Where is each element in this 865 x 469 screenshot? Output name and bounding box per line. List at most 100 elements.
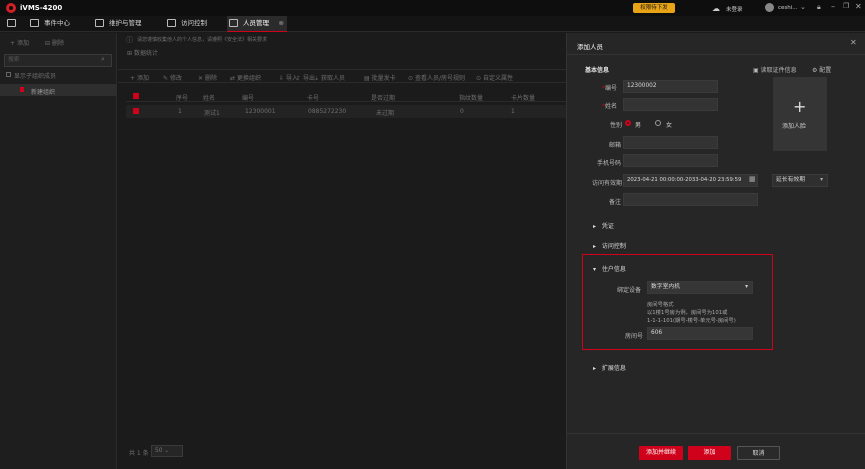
page-size-select[interactable]: 50 ⌄ — [151, 445, 183, 457]
toolbar-export-button[interactable]: ⇧ 导出 — [296, 73, 315, 82]
email-label: 邮箱 — [609, 142, 622, 149]
promo-button[interactable]: 权限待下发 — [633, 3, 675, 13]
section-extended-info[interactable]: ▸ 扩展信息 — [593, 363, 626, 372]
login-status[interactable]: 未登录 — [726, 5, 743, 13]
info-icon: ⓘ — [126, 36, 133, 44]
divider — [567, 54, 865, 55]
read-id-button[interactable]: ▣ 读取证件信息 — [753, 65, 797, 74]
col-card[interactable]: 卡号 — [307, 93, 319, 102]
valid-period-label: 访问有效期 — [592, 180, 623, 187]
cancel-button[interactable]: 取消 — [737, 446, 780, 460]
remark-input[interactable] — [623, 193, 758, 206]
cell-expired: 未过期 — [376, 110, 395, 117]
org-icon — [20, 87, 24, 92]
extend-period-select[interactable]: 延长有效期 ▾ — [772, 174, 828, 187]
delete-org-button[interactable]: ⊟ 删除 — [45, 38, 64, 47]
privacy-notice: 请您谨慎收集他人的个人信息，请遵照《安全法》相关要求 — [137, 37, 268, 43]
gender-female-radio[interactable] — [655, 120, 661, 126]
select-all-checkbox[interactable] — [133, 93, 139, 99]
footer-divider — [567, 433, 865, 434]
phone-label: 手机号码 — [597, 160, 622, 167]
close-icon[interactable]: ✕ — [855, 2, 862, 11]
table-header: 序号 姓名 编号 卡号 是否过期 指纹数量 卡片数量 — [126, 90, 566, 102]
bind-device-select[interactable]: 数字室内机 ▾ — [647, 281, 753, 294]
room-format-hint-1: 以1楼1号房为例，房间号为101或 — [647, 310, 728, 316]
cell-cards: 1 — [511, 108, 515, 115]
config-button[interactable]: ⚙ 配置 — [812, 65, 831, 74]
org-item-label: 新建组织 — [31, 89, 56, 96]
org-panel: + 添加 ⊟ 删除 搜索 ⌕ 显示子组织成员 新建组织 — [0, 33, 117, 469]
calendar-icon[interactable]: ▦ — [749, 175, 756, 183]
add-face-area[interactable]: + 添加人脸 — [773, 77, 827, 151]
add-button[interactable]: 添加 — [688, 446, 731, 460]
cell-card: 0885272230 — [308, 108, 347, 115]
table-row[interactable]: 1 测试1 12300001 0885272230 未过期 0 1 — [126, 105, 566, 118]
drawer-close-icon[interactable]: ✕ — [850, 38, 857, 47]
gender-female-label: 女 — [666, 122, 673, 129]
minimize-icon[interactable]: – — [831, 2, 835, 11]
tab-maintenance[interactable]: 维护与管理 — [93, 16, 151, 32]
toolbar-rule-button[interactable]: ⊙ 查看人员/房号规则 — [408, 73, 465, 82]
col-expired[interactable]: 是否过期 — [371, 93, 395, 102]
toolbar: + 添加 ✎ 修改 ✕ 删除 ⇄ 更换组织 ⇩ 导入 ⇧ 导出 ⇣ 获取人员 ▤… — [118, 69, 566, 83]
name-input[interactable] — [623, 98, 718, 111]
toolbar-batch-card-button[interactable]: ▤ 批量发卡 — [364, 73, 396, 82]
lock-icon[interactable]: 🔒︎ — [817, 3, 821, 12]
col-fingerprint[interactable]: 指纹数量 — [459, 93, 483, 102]
search-icon[interactable]: ⌕ — [101, 55, 105, 64]
tab-access-control[interactable]: 访问控制 — [165, 16, 215, 32]
room-format-title: 房间号格式 — [647, 302, 674, 308]
avatar[interactable] — [765, 3, 774, 12]
cell-id: 12300001 — [245, 108, 276, 115]
app-logo-icon — [6, 3, 16, 13]
bind-device-label: 绑定设备 — [617, 287, 642, 294]
cell-name: 测试1 — [204, 110, 220, 117]
add-and-continue-button[interactable]: 添加并继续 — [639, 446, 683, 460]
id-input[interactable]: 12300002 — [623, 80, 718, 93]
toolbar-delete-button[interactable]: ✕ 删除 — [198, 73, 217, 82]
door-icon — [167, 19, 176, 27]
valid-period-input[interactable]: 2023-04-21 00:00:00-2033-04-20 23:59:59 — [623, 174, 758, 187]
add-org-button[interactable]: + 添加 — [10, 38, 29, 47]
drawer-title: 添加人员 — [577, 43, 603, 51]
chevron-down-icon[interactable]: ⌄ — [800, 3, 806, 11]
col-cards[interactable]: 卡片数量 — [511, 93, 535, 102]
section-access-control[interactable]: ▸ 访问控制 — [593, 241, 626, 250]
tab-person-management[interactable]: 人员管理 ⊗ — [227, 16, 287, 32]
tab-close-icon[interactable]: ⊗ — [279, 16, 284, 30]
toolbar-edit-button[interactable]: ✎ 修改 — [163, 73, 182, 82]
gender-male-radio[interactable] — [625, 120, 631, 126]
id-label: *编号 — [602, 85, 618, 92]
col-id[interactable]: 编号 — [242, 93, 254, 102]
toolbar-custom-attr-button[interactable]: ⊙ 自定义属性 — [476, 73, 513, 82]
room-label: 房间号 — [625, 333, 644, 340]
cloud-icon[interactable]: ☁ — [712, 4, 720, 13]
show-sub-checkbox[interactable] — [6, 72, 11, 77]
tab-event-center[interactable]: 事件中心 — [28, 16, 78, 32]
title-bar: iVMS-4200 权限待下发 ☁ 未登录 ceshi... ⌄ 🔒︎ – ❐ … — [0, 0, 865, 16]
stats-link[interactable]: ⊞ 数据统计 — [127, 48, 158, 57]
name-label: *姓名 — [602, 103, 618, 110]
toolbar-add-button[interactable]: + 添加 — [130, 73, 149, 82]
person-list-area: ⓘ 请您谨慎收集他人的个人信息，请遵照《安全法》相关要求 ⊞ 数据统计 + 添加… — [118, 33, 566, 469]
toolbar-change-org-button[interactable]: ⇄ 更换组织 — [230, 73, 261, 82]
room-format-hint-2: 1-1-1-101(期号-楼号-单元号-房间号) — [647, 318, 736, 324]
remark-label: 备注 — [609, 199, 622, 206]
org-search-input[interactable]: 搜索 — [4, 54, 112, 67]
org-item-selected[interactable] — [0, 84, 117, 96]
phone-input[interactable] — [623, 154, 718, 167]
col-name[interactable]: 姓名 — [203, 93, 215, 102]
col-index[interactable]: 序号 — [176, 93, 188, 102]
toolbar-get-person-button[interactable]: ⇣ 获取人员 — [314, 73, 345, 82]
section-resident-info[interactable]: ▾ 住户信息 — [593, 264, 626, 273]
username[interactable]: ceshi... — [778, 5, 798, 11]
bell-icon — [30, 19, 39, 27]
row-checkbox[interactable] — [133, 108, 139, 114]
restore-icon[interactable]: ❐ — [843, 2, 849, 10]
gender-label: 性别 — [610, 122, 623, 129]
home-icon[interactable] — [6, 16, 22, 32]
room-input[interactable]: 606 — [647, 327, 753, 340]
section-credential[interactable]: ▸ 凭证 — [593, 221, 614, 230]
app-title: iVMS-4200 — [20, 4, 63, 12]
email-input[interactable] — [623, 136, 718, 149]
